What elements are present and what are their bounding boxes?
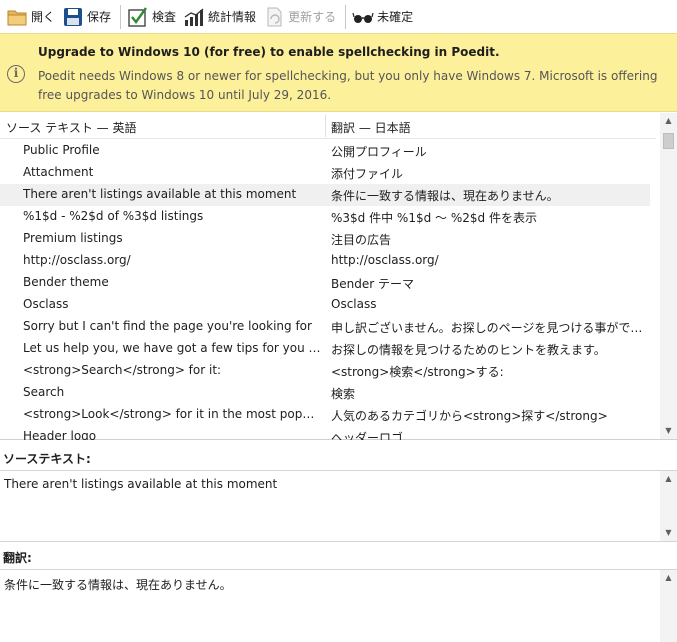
translation-cell: お探しの情報を見つけるためのヒントを教えます。 (331, 343, 606, 357)
toolbar-separator (120, 4, 122, 29)
translation-cell: 申し訳ございません。お探しのページを見つける事ができません (331, 321, 646, 335)
open-label: 開く (31, 10, 56, 24)
translation-cell: http://osclass.org/ (331, 253, 439, 267)
list-row[interactable]: Attachment 添付ファイル (0, 162, 650, 184)
scroll-down-arrow-icon[interactable]: ▼ (660, 423, 677, 439)
source-cell: Search (23, 385, 65, 399)
validate-button[interactable]: 検査 (125, 3, 181, 31)
list-row[interactable]: Search 検索 (0, 382, 650, 404)
validate-label: 検査 (152, 10, 177, 24)
list-rows: Public Profile 公開プロフィール Attachment 添付ファイル … (0, 140, 656, 440)
list-row[interactable]: %1$d - %2$d of %3$d listings %3$d 件中 %1$d… (0, 206, 650, 228)
toolbar: 開く 保存 検査 統計情報 更新する 未確定 (0, 0, 677, 33)
scrollbar-thumb[interactable] (663, 133, 674, 149)
source-cell: <strong>Search</strong> for it: (23, 363, 222, 377)
source-cell: Osclass (23, 297, 69, 311)
translation-column-header[interactable]: 翻訳 — 日本語 (331, 119, 411, 136)
source-cell: Public Profile (23, 143, 100, 157)
list-row[interactable]: http://osclass.org/http://osclass.org/ (0, 250, 650, 272)
scroll-up-arrow-icon[interactable]: ▲ (660, 570, 677, 586)
statistics-button[interactable]: 統計情報 (181, 3, 261, 31)
scroll-up-arrow-icon[interactable]: ▲ (660, 471, 677, 487)
translation-cell: 人気のあるカテゴリから<strong>探す</strong> (331, 409, 608, 423)
translation-cell: 添付ファイル (331, 167, 404, 181)
translation-cell: Bender テーマ (331, 277, 414, 291)
source-scrollbar[interactable]: ▲ ▼ (660, 471, 677, 541)
list-row[interactable]: Public Profile 公開プロフィール (0, 140, 650, 162)
list-row-selected[interactable]: There aren't listings available at this … (0, 184, 650, 206)
open-button[interactable]: 開く (4, 3, 60, 31)
translation-panel-label: 翻訳: (3, 551, 32, 565)
checkbox-check-icon (127, 6, 149, 28)
list-row[interactable]: Sorry but I can't find the page you're l… (0, 316, 650, 338)
translation-list: ソース テキスト — 英語 翻訳 — 日本語 Public Profile 公開プ… (0, 113, 677, 440)
list-row[interactable]: Premium listings 注目の広告 (0, 228, 650, 250)
translation-cell: <strong>検索</strong>する: (331, 365, 504, 379)
list-row[interactable]: <strong>Look</strong> for it in the most… (0, 404, 650, 426)
folder-icon (6, 6, 28, 28)
source-panel-label: ソーステキスト: (3, 452, 91, 466)
banner-message: Poedit needs Windows 8 or newer for spel… (38, 69, 658, 102)
banner-title: Upgrade to Windows 10 (for free) to enab… (38, 45, 500, 59)
translation-text-area[interactable]: 条件に一致する情報は、現在ありません。 ▲ (0, 569, 677, 642)
info-icon: i (7, 65, 25, 83)
save-label: 保存 (87, 10, 112, 24)
refresh-document-icon (263, 6, 285, 28)
source-cell: There aren't listings available at this … (23, 187, 297, 201)
list-row[interactable]: <strong>Search</strong> for it: <strong>検… (0, 360, 650, 382)
list-row[interactable]: Header logo ヘッダーロゴ (0, 426, 650, 440)
update-label: 更新する (288, 10, 337, 24)
source-cell: Sorry but I can't find the page you're l… (23, 319, 312, 333)
translation-cell: ヘッダーロゴ (331, 431, 404, 440)
fuzzy-toggle-button[interactable]: 未確定 (350, 3, 418, 31)
scroll-up-arrow-icon[interactable]: ▲ (660, 113, 677, 129)
list-row[interactable]: Bender theme Bender テーマ (0, 272, 650, 294)
source-text-area[interactable]: There aren't listings available at this … (0, 470, 677, 542)
spellcheck-banner: i Upgrade to Windows 10 (for free) to en… (0, 33, 677, 112)
bar-chart-icon (183, 6, 205, 28)
translation-cell: Osclass (331, 297, 377, 311)
translation-cell: %3$d 件中 %1$d ～ %2$d 件を表示 (331, 211, 537, 225)
statistics-label: 統計情報 (208, 10, 257, 24)
column-divider[interactable] (325, 115, 326, 137)
source-text: There aren't listings available at this … (4, 477, 278, 491)
source-cell: Header logo (23, 429, 97, 440)
source-cell: Premium listings (23, 231, 123, 245)
source-cell: http://osclass.org/ (23, 253, 131, 267)
floppy-disk-icon (62, 6, 84, 28)
fuzzy-label: 未確定 (377, 10, 414, 24)
source-cell: Let us help you, we have got a few tips … (23, 341, 321, 355)
update-button[interactable]: 更新する (261, 3, 341, 31)
translation-cell: 注目の広告 (331, 233, 392, 247)
source-cell: Attachment (23, 165, 94, 179)
list-row[interactable]: Let us help you, we have got a few tips … (0, 338, 650, 360)
source-cell: %1$d - %2$d of %3$d listings (23, 209, 204, 223)
list-header: ソース テキスト — 英語 翻訳 — 日本語 (0, 113, 656, 139)
save-button[interactable]: 保存 (60, 3, 116, 31)
source-cell: <strong>Look</strong> for it in the most… (23, 407, 321, 421)
source-cell: Bender theme (23, 275, 109, 289)
toolbar-separator (345, 4, 347, 29)
translation-cell: 検索 (331, 387, 356, 401)
list-scrollbar[interactable]: ▲ ▼ (660, 113, 677, 439)
translation-scrollbar[interactable]: ▲ (660, 570, 677, 642)
scroll-down-arrow-icon[interactable]: ▼ (660, 525, 677, 541)
translation-cell: 条件に一致する情報は、現在ありません。 (331, 189, 559, 203)
glasses-icon (352, 6, 374, 28)
translation-text: 条件に一致する情報は、現在ありません。 (4, 578, 232, 592)
translation-cell: 公開プロフィール (331, 145, 427, 159)
source-column-header[interactable]: ソース テキスト — 英語 (6, 119, 136, 136)
list-row[interactable]: Osclass Osclass (0, 294, 650, 316)
